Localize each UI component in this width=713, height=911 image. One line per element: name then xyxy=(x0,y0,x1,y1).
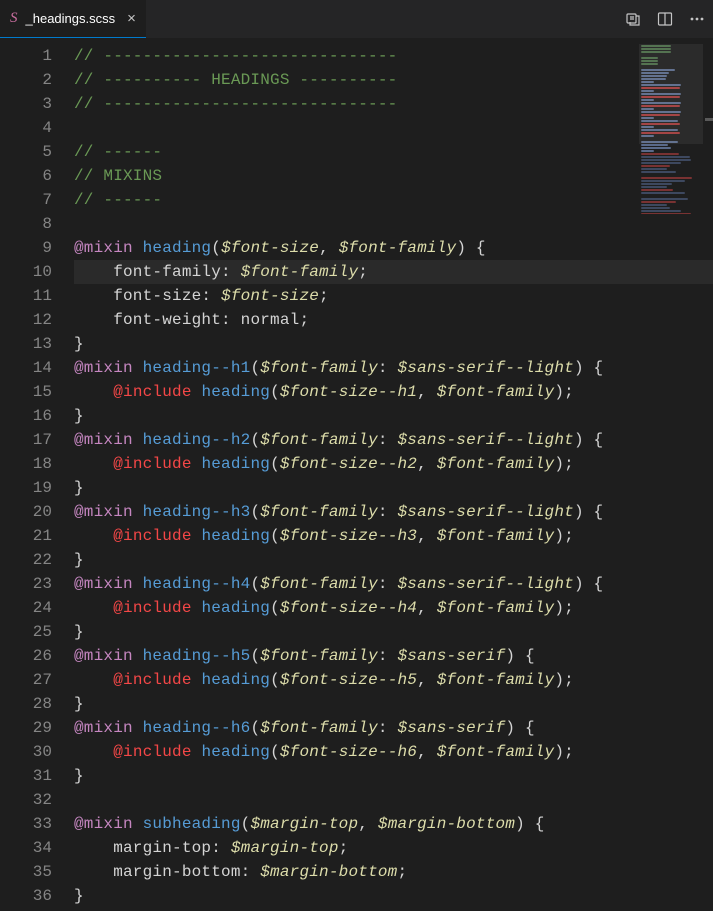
line-number: 13 xyxy=(0,332,74,356)
code-line[interactable]: } xyxy=(74,548,713,572)
code-line[interactable] xyxy=(74,116,713,140)
code-line[interactable]: @include heading($font-size--h3, $font-f… xyxy=(74,524,713,548)
code-line[interactable]: @mixin heading($font-size, $font-family)… xyxy=(74,236,713,260)
code-line[interactable]: // ------ xyxy=(74,188,713,212)
code-line[interactable]: // ------------------------------ xyxy=(74,44,713,68)
code-line[interactable]: font-family: $font-family; xyxy=(74,260,713,284)
code-line[interactable] xyxy=(74,212,713,236)
scss-file-icon: S xyxy=(10,10,18,27)
code-line[interactable]: @mixin heading--h3($font-family: $sans-s… xyxy=(74,500,713,524)
line-number: 4 xyxy=(0,116,74,140)
code-line[interactable]: margin-top: $margin-top; xyxy=(74,836,713,860)
code-line[interactable]: } xyxy=(74,692,713,716)
line-number: 28 xyxy=(0,692,74,716)
line-number-gutter: 1234567891011121314151617181920212223242… xyxy=(0,38,74,911)
split-editor-icon[interactable] xyxy=(657,11,673,27)
code-area[interactable]: // ------------------------------// ----… xyxy=(74,38,713,911)
line-number: 5 xyxy=(0,140,74,164)
code-line[interactable]: @mixin heading--h6($font-family: $sans-s… xyxy=(74,716,713,740)
line-number: 8 xyxy=(0,212,74,236)
title-actions xyxy=(625,0,705,38)
code-line[interactable]: } xyxy=(74,884,713,908)
line-number: 19 xyxy=(0,476,74,500)
line-number: 25 xyxy=(0,620,74,644)
code-line[interactable]: // ------ xyxy=(74,140,713,164)
code-line[interactable]: @include heading($font-size--h4, $font-f… xyxy=(74,596,713,620)
code-line[interactable]: } xyxy=(74,332,713,356)
code-line[interactable]: // MIXINS xyxy=(74,164,713,188)
code-line[interactable]: @mixin heading--h1($font-family: $sans-s… xyxy=(74,356,713,380)
line-number: 10 xyxy=(0,260,74,284)
line-number: 17 xyxy=(0,428,74,452)
minimap-viewport[interactable] xyxy=(639,44,703,144)
line-number: 33 xyxy=(0,812,74,836)
code-line[interactable]: @include heading($font-size--h2, $font-f… xyxy=(74,452,713,476)
code-line[interactable]: @mixin heading--h2($font-family: $sans-s… xyxy=(74,428,713,452)
code-line[interactable]: } xyxy=(74,764,713,788)
line-number: 7 xyxy=(0,188,74,212)
line-number: 3 xyxy=(0,92,74,116)
line-number: 2 xyxy=(0,68,74,92)
line-number: 18 xyxy=(0,452,74,476)
line-number: 22 xyxy=(0,548,74,572)
code-line[interactable]: @include heading($font-size--h6, $font-f… xyxy=(74,740,713,764)
editor-body: 1234567891011121314151617181920212223242… xyxy=(0,38,713,911)
line-number: 6 xyxy=(0,164,74,188)
code-line[interactable]: margin-bottom: $margin-bottom; xyxy=(74,860,713,884)
line-number: 15 xyxy=(0,380,74,404)
line-number: 11 xyxy=(0,284,74,308)
line-number: 14 xyxy=(0,356,74,380)
line-number: 36 xyxy=(0,884,74,908)
code-line[interactable]: } xyxy=(74,476,713,500)
line-number: 23 xyxy=(0,572,74,596)
line-number: 21 xyxy=(0,524,74,548)
code-line[interactable]: // ---------- HEADINGS ---------- xyxy=(74,68,713,92)
open-changes-icon[interactable] xyxy=(625,11,641,27)
line-number: 27 xyxy=(0,668,74,692)
line-number: 24 xyxy=(0,596,74,620)
more-actions-icon[interactable] xyxy=(689,11,705,27)
code-line[interactable]: } xyxy=(74,620,713,644)
tab-filename: _headings.scss xyxy=(26,11,116,26)
line-number: 34 xyxy=(0,836,74,860)
close-icon[interactable]: × xyxy=(123,10,136,27)
editor-tab[interactable]: S _headings.scss × xyxy=(0,0,146,38)
line-number: 16 xyxy=(0,404,74,428)
scrollbar-marker[interactable] xyxy=(705,118,713,121)
code-line[interactable]: @include heading($font-size--h5, $font-f… xyxy=(74,668,713,692)
line-number: 26 xyxy=(0,644,74,668)
code-line[interactable]: @mixin heading--h4($font-family: $sans-s… xyxy=(74,572,713,596)
line-number: 32 xyxy=(0,788,74,812)
code-line[interactable]: font-weight: normal; xyxy=(74,308,713,332)
line-number: 12 xyxy=(0,308,74,332)
line-number: 1 xyxy=(0,44,74,68)
code-line[interactable]: // ------------------------------ xyxy=(74,92,713,116)
line-number: 35 xyxy=(0,860,74,884)
code-line[interactable]: @mixin subheading($margin-top, $margin-b… xyxy=(74,812,713,836)
code-line[interactable]: } xyxy=(74,404,713,428)
line-number: 29 xyxy=(0,716,74,740)
code-line[interactable] xyxy=(74,788,713,812)
line-number: 30 xyxy=(0,740,74,764)
line-number: 9 xyxy=(0,236,74,260)
code-line[interactable]: @mixin heading--h5($font-family: $sans-s… xyxy=(74,644,713,668)
code-line[interactable]: @include heading($font-size--h1, $font-f… xyxy=(74,380,713,404)
line-number: 31 xyxy=(0,764,74,788)
minimap[interactable] xyxy=(639,44,703,214)
code-line[interactable]: font-size: $font-size; xyxy=(74,284,713,308)
tab-bar: S _headings.scss × xyxy=(0,0,713,38)
line-number: 20 xyxy=(0,500,74,524)
